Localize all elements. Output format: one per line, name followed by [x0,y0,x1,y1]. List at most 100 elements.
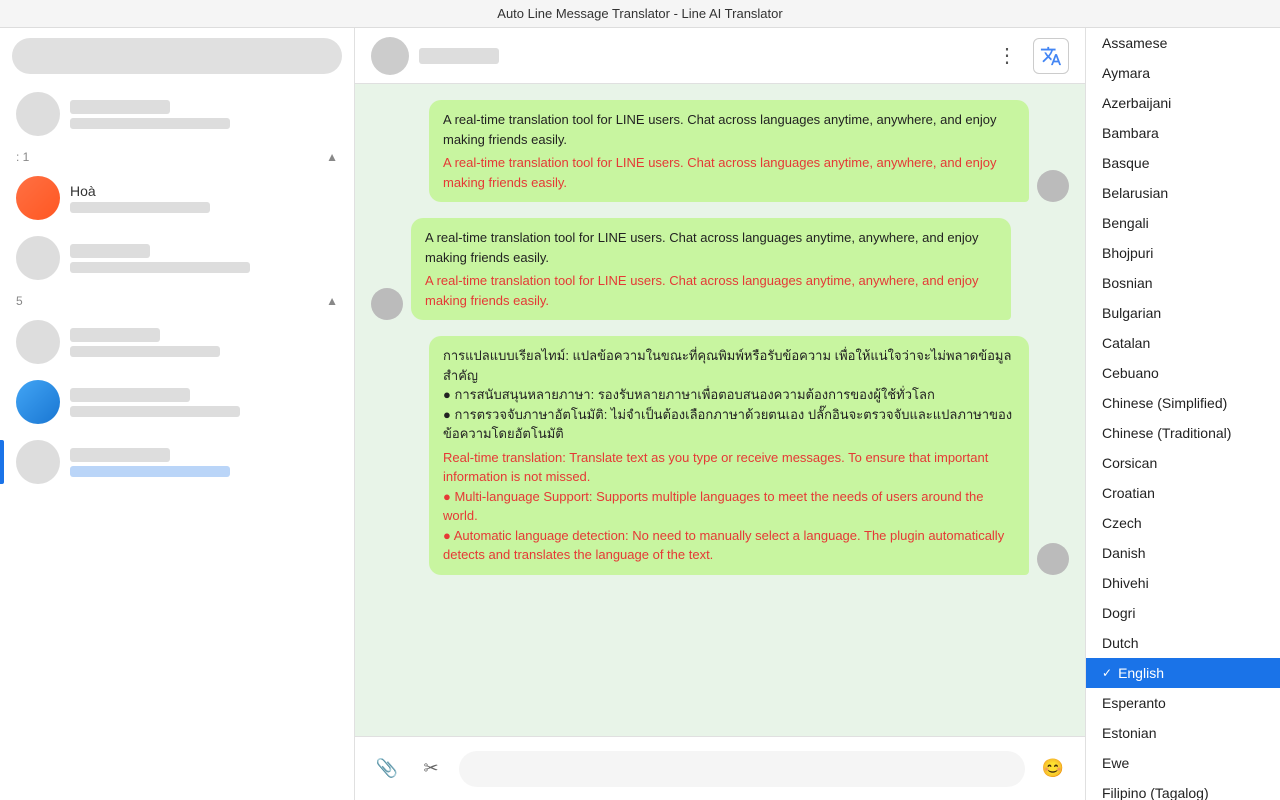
sidebar-group-label: : 1 ▲ [0,144,354,168]
chat-header-avatar [371,37,409,75]
language-label: Basque [1102,155,1149,171]
chat-header: ⋮ [355,28,1085,84]
attach-button[interactable]: 📎 [371,753,403,785]
language-option[interactable]: Chinese (Simplified) [1086,388,1280,418]
sidebar-item-content [70,448,338,477]
language-label: Chinese (Traditional) [1102,425,1231,441]
language-option[interactable]: Dutch [1086,628,1280,658]
chat-header-actions: ⋮ [989,38,1069,74]
message-row: A real-time translation tool for LINE us… [371,100,1069,202]
language-option[interactable]: Croatian [1086,478,1280,508]
language-option[interactable]: Bhojpuri [1086,238,1280,268]
language-label: Filipino (Tagalog) [1102,785,1209,800]
more-options-button[interactable]: ⋮ [989,39,1025,72]
message-bubble: การแปลแบบเรียลไทม์: แปลข้อความในขณะที่คุ… [429,336,1029,575]
collapse-icon[interactable]: ▲ [326,150,338,164]
language-dropdown: Assamese Aymara Azerbaijani Bambara Basque Be… [1085,28,1280,800]
language-option[interactable]: Bulgarian [1086,298,1280,328]
language-option[interactable]: Bosnian [1086,268,1280,298]
sidebar-item-content: Hoà [70,183,338,213]
language-option[interactable]: Catalan [1086,328,1280,358]
chat-header-name [419,48,499,64]
chat-footer: 📎 ✂ 😊 [355,736,1085,800]
language-option[interactable]: Dogri [1086,598,1280,628]
active-indicator [0,440,4,484]
message-translated-text: A real-time translation tool for LINE us… [443,153,1015,192]
language-option[interactable]: Ewe [1086,748,1280,778]
avatar [16,176,60,220]
language-label: Dutch [1102,635,1139,651]
language-option[interactable]: Estonian [1086,718,1280,748]
language-option[interactable]: Czech [1086,508,1280,538]
translate-button[interactable] [1033,38,1069,74]
language-label: Dhivehi [1102,575,1149,591]
message-row: A real-time translation tool for LINE us… [371,218,1069,320]
language-label: Bulgarian [1102,305,1161,321]
language-option[interactable]: ✓ English [1086,658,1280,688]
title-bar: Auto Line Message Translator - Line AI T… [0,0,1280,28]
language-label: Croatian [1102,485,1155,501]
language-option[interactable]: Corsican [1086,448,1280,478]
list-item[interactable] [0,228,354,288]
language-label: Danish [1102,545,1146,561]
chat-header-left [371,37,499,75]
language-label: Aymara [1102,65,1150,81]
sidebar-item-content [70,388,338,417]
message-original-text: A real-time translation tool for LINE us… [443,110,1015,149]
group-label-text: : 1 [16,150,29,164]
check-icon: ✓ [1102,666,1112,680]
language-label: Esperanto [1102,695,1166,711]
language-option[interactable]: Azerbaijani [1086,88,1280,118]
language-label: Chinese (Simplified) [1102,395,1227,411]
language-label: Bengali [1102,215,1149,231]
sidebar-item-name: Hoà [70,183,338,199]
list-item[interactable] [0,312,354,372]
language-option[interactable]: Esperanto [1086,688,1280,718]
message-bubble: A real-time translation tool for LINE us… [429,100,1029,202]
translate-icon [1040,45,1062,67]
list-item[interactable] [0,432,354,492]
language-label: Corsican [1102,455,1157,471]
collapse-icon-2[interactable]: ▲ [326,294,338,308]
list-item[interactable] [0,372,354,432]
sidebar-item-preview [70,346,220,357]
sidebar-item-preview [70,202,210,213]
chat-input[interactable] [459,751,1025,787]
language-option[interactable]: Bengali [1086,208,1280,238]
language-option[interactable]: Assamese [1086,28,1280,58]
language-option[interactable]: Basque [1086,148,1280,178]
language-label: Azerbaijani [1102,95,1171,111]
avatar [16,320,60,364]
message-row: การแปลแบบเรียลไทม์: แปลข้อความในขณะที่คุ… [371,336,1069,575]
sidebar-item-name [70,388,190,402]
app-title: Auto Line Message Translator - Line AI T… [497,6,782,21]
list-item[interactable]: Hoà [0,168,354,228]
search-bar[interactable] [12,38,342,74]
message-translated-text: Real-time translation: Translate text as… [443,448,1015,565]
language-label: Catalan [1102,335,1150,351]
language-label: Bhojpuri [1102,245,1153,261]
list-item[interactable] [0,84,354,144]
language-option[interactable]: Aymara [1086,58,1280,88]
sidebar-group-label-2: 5 ▲ [0,288,354,312]
language-label: Estonian [1102,725,1156,741]
language-label: Czech [1102,515,1142,531]
language-option[interactable]: Cebuano [1086,358,1280,388]
sidebar-item-content [70,100,338,129]
language-option[interactable]: Belarusian [1086,178,1280,208]
sender-avatar [1037,170,1069,202]
chat-messages: A real-time translation tool for LINE us… [355,84,1085,736]
language-option[interactable]: Filipino (Tagalog) [1086,778,1280,800]
message-translated-text: A real-time translation tool for LINE us… [425,271,997,310]
sidebar-item-preview [70,262,250,273]
emoji-button[interactable]: 😊 [1037,753,1069,785]
avatar [16,92,60,136]
language-option[interactable]: Danish [1086,538,1280,568]
language-option[interactable]: Dhivehi [1086,568,1280,598]
language-option[interactable]: Bambara [1086,118,1280,148]
crop-button[interactable]: ✂ [415,753,447,785]
language-label: English [1118,665,1164,681]
language-option[interactable]: Chinese (Traditional) [1086,418,1280,448]
language-label: Ewe [1102,755,1129,771]
sidebar-item-name [70,328,160,342]
